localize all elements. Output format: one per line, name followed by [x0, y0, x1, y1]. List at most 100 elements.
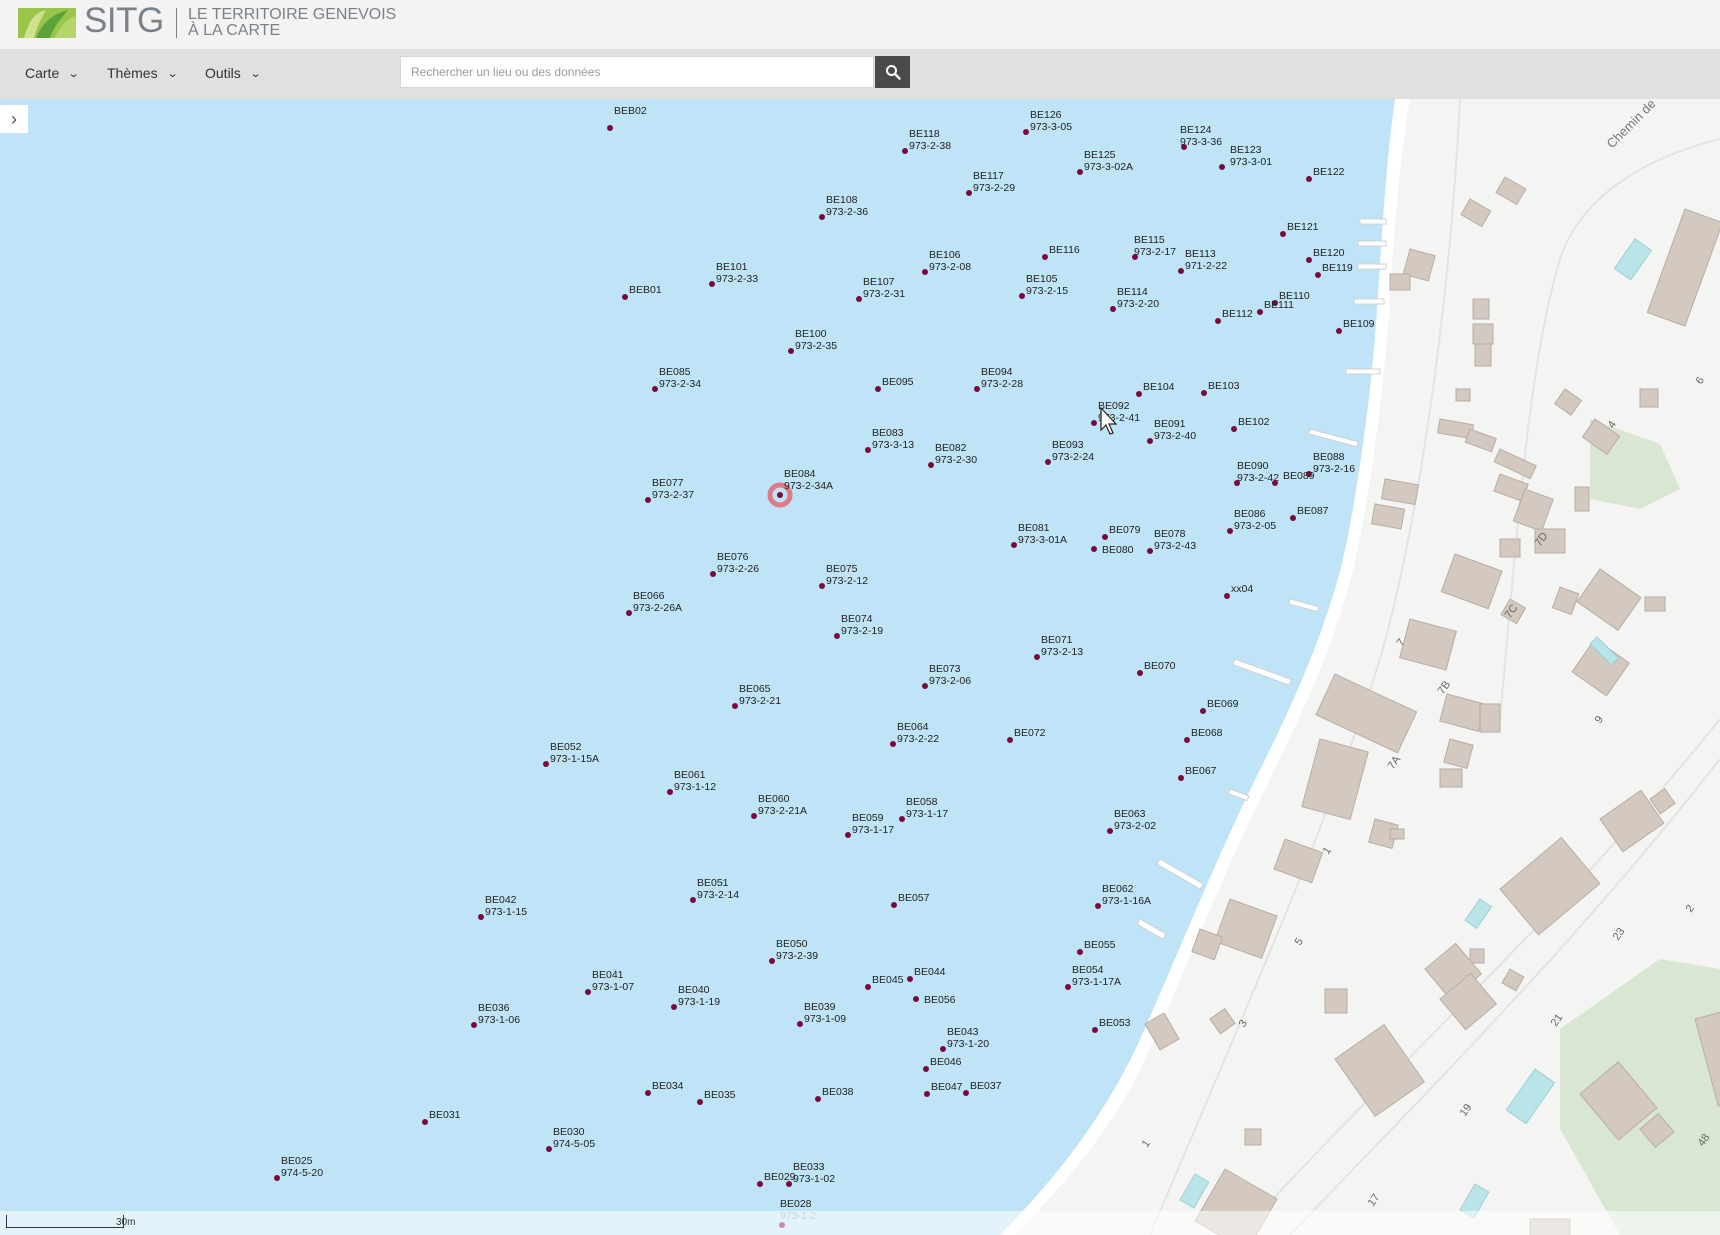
point-marker[interactable] — [751, 813, 757, 819]
point-marker[interactable] — [607, 125, 613, 131]
point-marker[interactable] — [974, 386, 980, 392]
point-marker[interactable] — [471, 1022, 477, 1028]
point-marker[interactable] — [709, 281, 715, 287]
point-marker[interactable] — [899, 816, 905, 822]
point-marker[interactable] — [645, 497, 651, 503]
point-marker[interactable] — [891, 902, 897, 908]
point-marker[interactable] — [1272, 480, 1278, 486]
point-marker[interactable] — [819, 214, 825, 220]
point-marker[interactable] — [1184, 737, 1190, 743]
point-marker[interactable] — [1042, 254, 1048, 260]
point-marker[interactable] — [1102, 534, 1108, 540]
point-marker[interactable] — [963, 1090, 969, 1096]
point-marker[interactable] — [1231, 426, 1237, 432]
point-marker[interactable] — [1147, 438, 1153, 444]
point-marker[interactable] — [865, 447, 871, 453]
point-marker[interactable] — [788, 348, 794, 354]
point-marker[interactable] — [923, 1066, 929, 1072]
point-marker[interactable] — [1219, 164, 1225, 170]
point-marker[interactable] — [815, 1096, 821, 1102]
point-marker[interactable] — [422, 1119, 428, 1125]
point-marker[interactable] — [1215, 318, 1221, 324]
point-marker[interactable] — [1178, 775, 1184, 781]
point-marker[interactable] — [1007, 737, 1013, 743]
point-marker[interactable] — [1092, 1027, 1098, 1033]
point-marker[interactable] — [1065, 984, 1071, 990]
point-marker[interactable] — [1147, 548, 1153, 554]
point-marker[interactable] — [924, 1091, 930, 1097]
point-marker[interactable] — [907, 976, 913, 982]
point-marker[interactable] — [777, 492, 783, 498]
search-input[interactable] — [400, 56, 874, 88]
point-marker[interactable] — [1200, 708, 1206, 714]
point-marker[interactable] — [622, 294, 628, 300]
point-marker[interactable] — [667, 789, 673, 795]
menu-themes[interactable]: Thèmes ⌄ — [107, 65, 178, 81]
point-marker[interactable] — [1227, 528, 1233, 534]
point-marker[interactable] — [845, 832, 851, 838]
point-marker[interactable] — [626, 610, 632, 616]
point-marker[interactable] — [543, 761, 549, 767]
point-marker[interactable] — [546, 1146, 552, 1152]
point-marker[interactable] — [902, 148, 908, 154]
point-marker[interactable] — [865, 984, 871, 990]
point-marker[interactable] — [922, 683, 928, 689]
point-marker[interactable] — [928, 462, 934, 468]
point-marker[interactable] — [913, 996, 919, 1002]
point-marker[interactable] — [1257, 309, 1263, 315]
point-marker[interactable] — [690, 897, 696, 903]
point-marker[interactable] — [1201, 390, 1207, 396]
point-id-label: BE025 — [281, 1155, 313, 1167]
point-marker[interactable] — [274, 1175, 280, 1181]
point-marker[interactable] — [1290, 515, 1296, 521]
point-marker[interactable] — [875, 386, 881, 392]
point-marker[interactable] — [1306, 257, 1312, 263]
point-marker[interactable] — [1077, 949, 1083, 955]
point-marker[interactable] — [585, 989, 591, 995]
point-marker[interactable] — [1091, 420, 1097, 426]
point-marker[interactable] — [710, 571, 716, 577]
point-marker[interactable] — [856, 296, 862, 302]
point-marker[interactable] — [1178, 268, 1184, 274]
point-marker[interactable] — [1091, 546, 1097, 552]
point-marker[interactable] — [1280, 231, 1286, 237]
search-button[interactable] — [875, 56, 910, 88]
point-marker[interactable] — [757, 1181, 763, 1187]
menu-outils[interactable]: Outils ⌄ — [205, 65, 261, 81]
point-marker[interactable] — [940, 1046, 946, 1052]
point-marker[interactable] — [1019, 293, 1025, 299]
expand-panel-button[interactable]: › — [0, 105, 28, 133]
point-id-label: BE051 — [697, 877, 729, 889]
point-code-label: 973-2-22 — [897, 733, 939, 745]
point-marker[interactable] — [834, 633, 840, 639]
point-marker[interactable] — [1077, 169, 1083, 175]
point-marker[interactable] — [1034, 654, 1040, 660]
point-marker[interactable] — [671, 1004, 677, 1010]
point-marker[interactable] — [645, 1090, 651, 1096]
point-marker[interactable] — [819, 583, 825, 589]
point-marker[interactable] — [478, 914, 484, 920]
point-marker[interactable] — [769, 958, 775, 964]
point-marker[interactable] — [890, 741, 896, 747]
map-canvas[interactable]: 77D7C7B7A19531223211917164648 Chemin de … — [0, 99, 1720, 1235]
point-marker[interactable] — [1110, 306, 1116, 312]
point-marker[interactable] — [1336, 328, 1342, 334]
point-marker[interactable] — [1315, 272, 1321, 278]
point-marker[interactable] — [922, 269, 928, 275]
point-marker[interactable] — [1095, 903, 1101, 909]
point-id-label: BE082 — [935, 442, 967, 454]
menu-carte[interactable]: Carte ⌄ — [25, 65, 80, 81]
point-marker[interactable] — [966, 190, 972, 196]
point-marker[interactable] — [652, 386, 658, 392]
point-marker[interactable] — [1011, 542, 1017, 548]
point-marker[interactable] — [1224, 593, 1230, 599]
point-marker[interactable] — [697, 1099, 703, 1105]
point-marker[interactable] — [1045, 459, 1051, 465]
point-marker[interactable] — [1023, 129, 1029, 135]
point-marker[interactable] — [1137, 670, 1143, 676]
point-marker[interactable] — [732, 703, 738, 709]
point-marker[interactable] — [797, 1021, 803, 1027]
point-marker[interactable] — [1107, 828, 1113, 834]
point-marker[interactable] — [1136, 391, 1142, 397]
point-marker[interactable] — [1306, 176, 1312, 182]
